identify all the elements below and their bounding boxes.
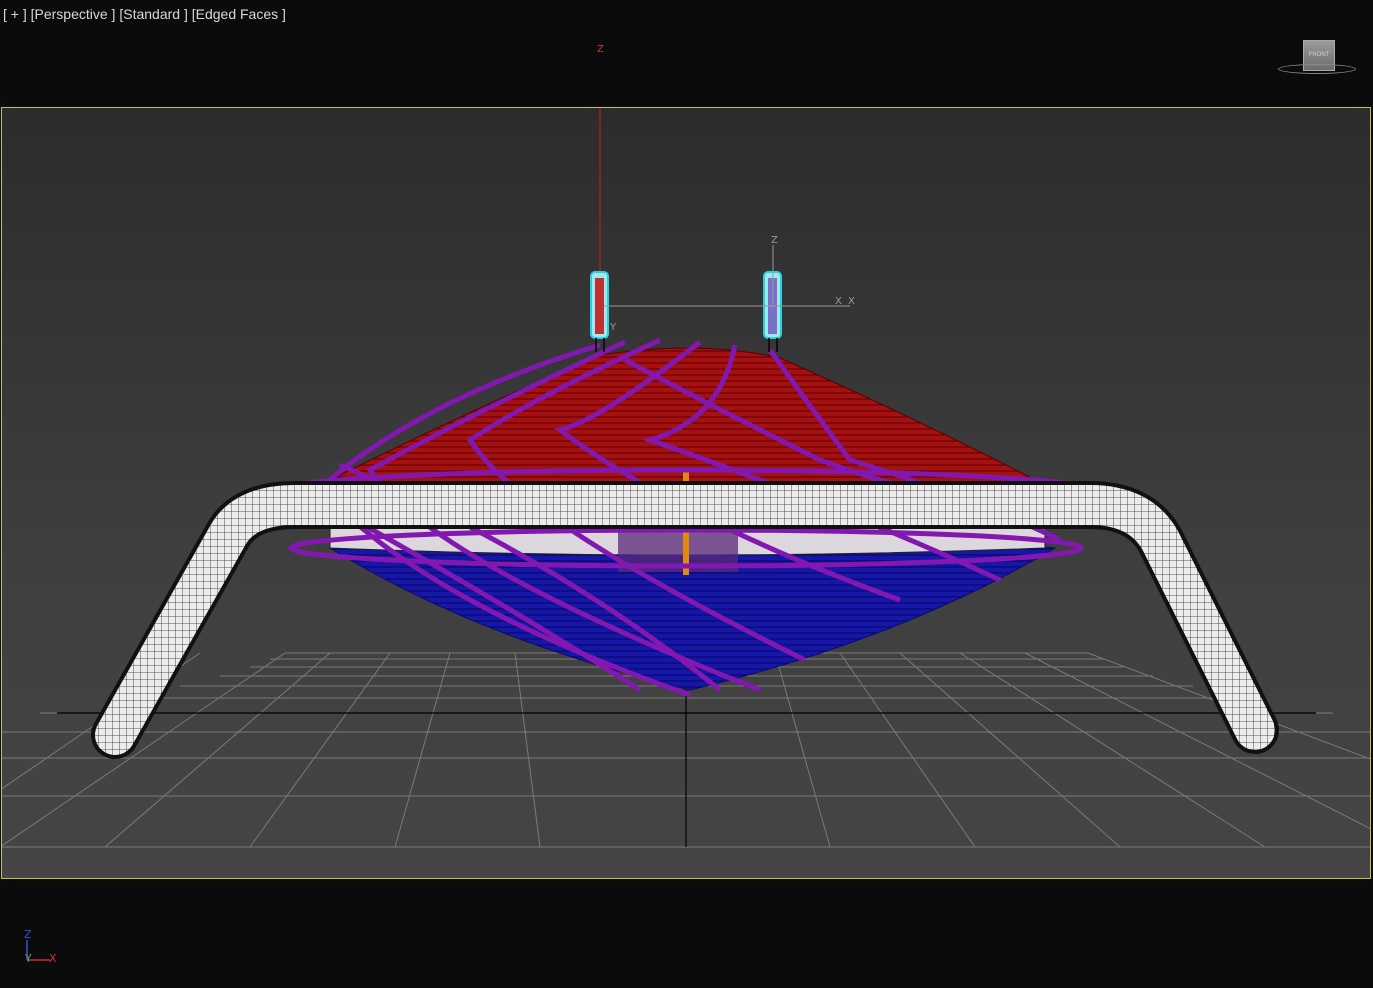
world-axis-y-label: Y [25,952,32,965]
gizmo-x-small-label: X [835,296,842,307]
viewport-scene[interactable]: Z X X Y [0,0,1373,988]
world-axis-x-label: X [49,952,57,965]
world-axis-tripod: Z Y X [18,926,68,966]
gizmo-z-small-label: Z [771,235,778,246]
gizmo-y-small-label: Y [609,322,617,333]
selection-gizmo[interactable] [604,245,850,307]
world-axis-z-label: Z [24,928,32,941]
gizmo-x2-small-label: X [848,296,855,307]
emitter-left[interactable] [590,271,609,352]
